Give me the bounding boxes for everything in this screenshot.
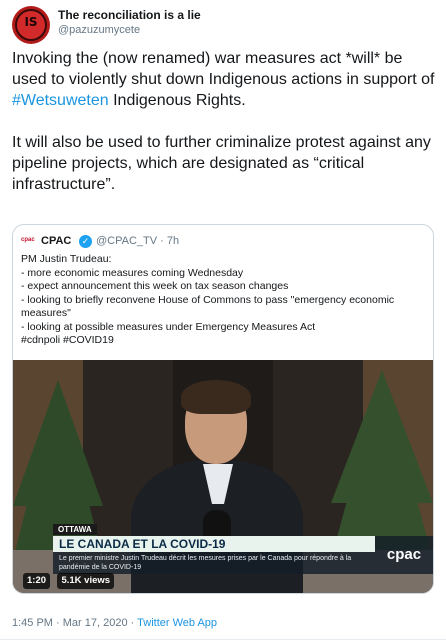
quoted-hashtags[interactable]: #cdnpoli #COVID19 xyxy=(21,334,427,348)
tweet-paragraph-2: It will also be used to further criminal… xyxy=(12,134,431,193)
tweet-paragraph-1: Invoking the (now renamed) war measures … xyxy=(12,48,436,111)
author-handle[interactable]: @pazuzumycete xyxy=(58,24,140,36)
cpac-logo-icon: cpac xyxy=(21,237,35,243)
quoted-line: PM Justin Trudeau: xyxy=(21,253,112,265)
verified-badge-icon: ✓ xyxy=(79,235,92,248)
tweet-text: Invoking the (now renamed) war measures … xyxy=(12,48,436,216)
tweet-text-part: Invoking the (now renamed) war measures … xyxy=(12,50,435,88)
views-badge: 5.1K views xyxy=(57,573,115,589)
tweet-footer: 1:45 PM · Mar 17, 2020 · Twitter Web App xyxy=(12,617,217,629)
quoted-tweet-text: PM Justin Trudeau: - more economic measu… xyxy=(21,253,427,348)
quoted-line: - more economic measures coming Wednesda… xyxy=(21,266,244,279)
speaker-hair xyxy=(181,380,251,414)
timestamp[interactable]: 1:45 PM · Mar 17, 2020 · xyxy=(12,617,137,629)
news-lower-third: OTTAWA LE CANADA ET LA COVID-19 Le premi… xyxy=(53,516,433,576)
author-name[interactable]: The reconciliation is a lie xyxy=(58,8,201,22)
tweet-header: IS The reconciliation is a lie @pazuzumy… xyxy=(12,6,432,46)
tweet-text-part: Indigenous Rights. xyxy=(108,92,246,109)
quoted-line: - looking to briefly reconvene House of … xyxy=(21,293,395,320)
quoted-tweet[interactable]: cpac CPAC ✓ @CPAC_TV · 7h PM Justin Trud… xyxy=(12,224,434,594)
channel-logo: cpac xyxy=(375,536,433,574)
quoted-line: - expect announcement this week on tax s… xyxy=(21,280,289,292)
avatar-mark: IS xyxy=(24,15,38,29)
video-player[interactable]: OTTAWA LE CANADA ET LA COVID-19 Le premi… xyxy=(13,360,433,593)
quoted-author-name[interactable]: CPAC xyxy=(41,235,71,247)
source-app-link[interactable]: Twitter Web App xyxy=(137,617,217,629)
quoted-line: - looking at possible measures under Eme… xyxy=(21,320,316,333)
quoted-author-handle-time[interactable]: @CPAC_TV · 7h xyxy=(96,235,179,247)
video-badges: 1:20 5.1K views xyxy=(23,570,117,589)
location-label: OTTAWA xyxy=(53,524,97,535)
duration-badge: 1:20 xyxy=(23,573,51,589)
hashtag-link[interactable]: #Wetsuweten xyxy=(12,92,109,109)
headline-bar: LE CANADA ET LA COVID-19 xyxy=(53,536,375,552)
avatar[interactable]: IS xyxy=(12,6,50,44)
